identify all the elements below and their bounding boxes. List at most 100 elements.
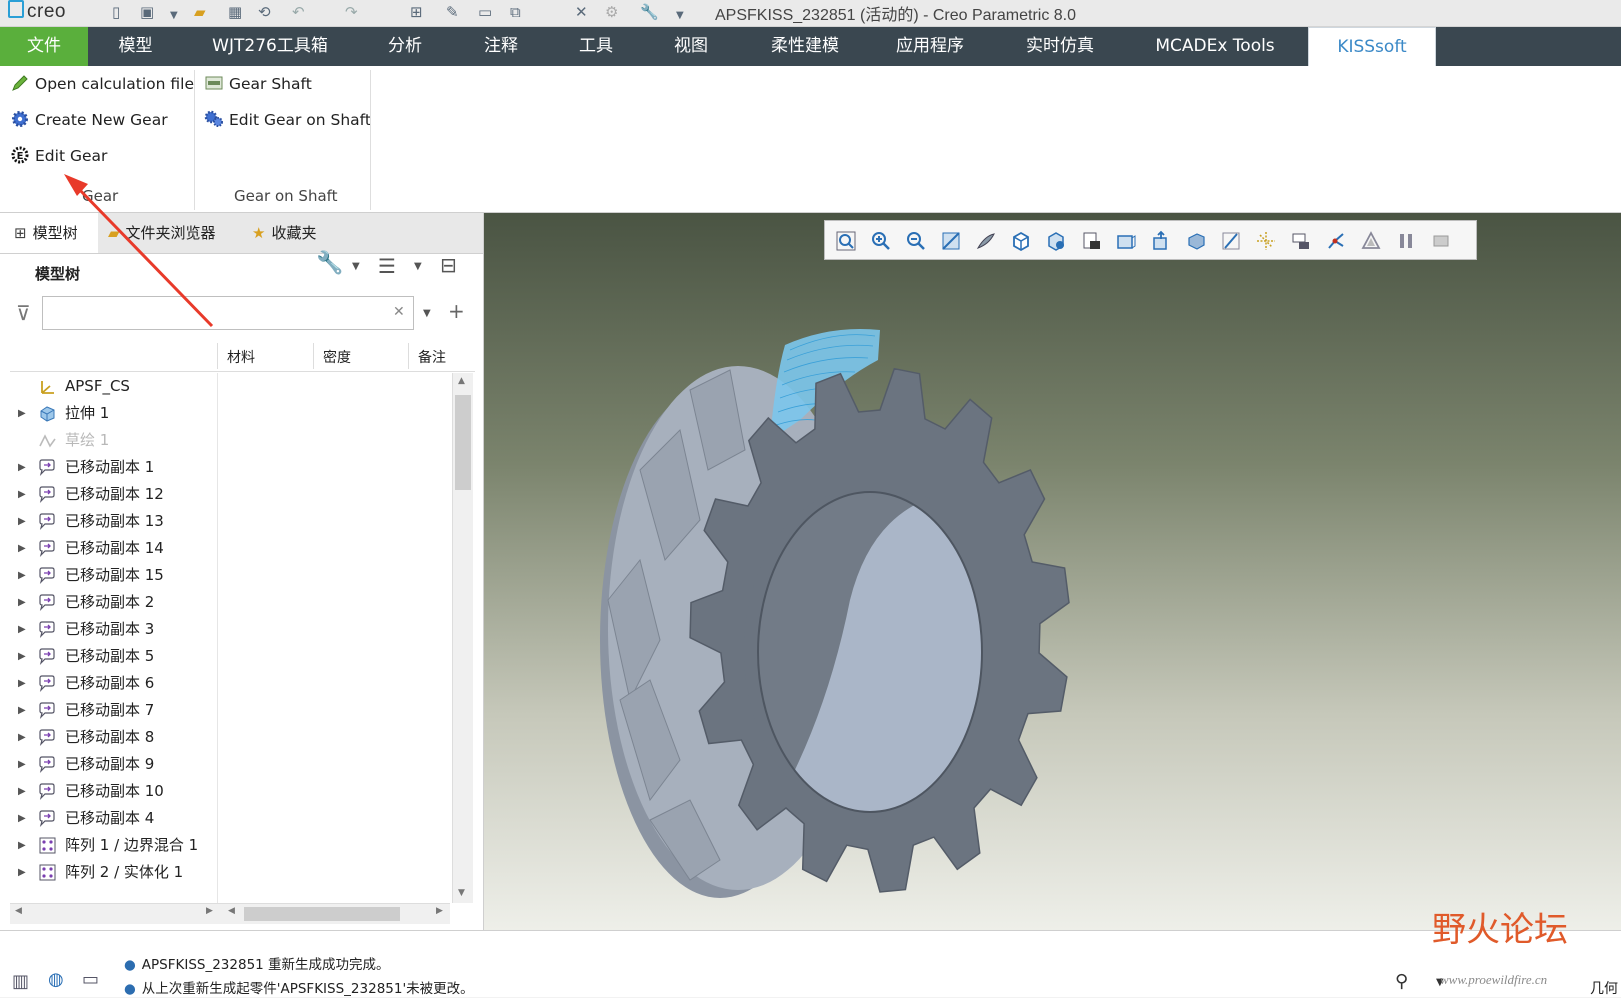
tab-analysis[interactable]: 分析 xyxy=(360,27,450,66)
expand-arrow-icon[interactable]: ▶ xyxy=(18,751,26,778)
expand-arrow-icon[interactable]: ▶ xyxy=(18,400,26,427)
edit-gear-button[interactable]: E Edit Gear xyxy=(10,143,107,169)
gear-shaft-button[interactable]: Gear Shaft xyxy=(204,71,312,97)
tab-folder-browser[interactable]: ▰ 文件夹浏览器 xyxy=(108,213,248,253)
tree-row[interactable]: 草绘 1 xyxy=(10,427,450,454)
edit-gear-on-shaft-button[interactable]: Edit Gear on Shaft xyxy=(204,107,371,133)
fullscreen-toggle-icon[interactable]: ▭ xyxy=(82,969,99,990)
add-filter-icon[interactable]: + xyxy=(448,299,465,323)
tree-row[interactable]: ▶ 阵列 2 / 实体化 1 xyxy=(10,859,450,886)
tab-flexible-modeling[interactable]: 柔性建模 xyxy=(755,27,855,66)
column-density[interactable]: 密度 xyxy=(323,347,351,367)
copy-icon[interactable]: ⧉ xyxy=(510,2,521,22)
scroll-up-icon[interactable]: ▲ xyxy=(458,376,465,386)
close-window-icon[interactable]: ✕ xyxy=(575,2,588,22)
wrench-icon[interactable]: 🔧 xyxy=(640,2,659,22)
window-icon[interactable]: ⊞ xyxy=(410,2,423,22)
vertical-scrollbar[interactable]: ▲ ▼ xyxy=(452,373,473,903)
tab-favorites[interactable]: ★ 收藏夹 xyxy=(252,213,342,253)
tool-icon[interactable]: ✎ xyxy=(446,2,459,22)
customize-dropdown-icon[interactable]: ▼ xyxy=(676,6,684,26)
chevron-down-icon[interactable]: ▼ xyxy=(170,6,178,26)
expand-arrow-icon[interactable]: ▶ xyxy=(18,724,26,751)
tab-realtime-simulation[interactable]: 实时仿真 xyxy=(1010,27,1110,66)
open-icon[interactable]: ▣ xyxy=(140,2,154,22)
expand-arrow-icon[interactable]: ▶ xyxy=(18,616,26,643)
filter-icon[interactable]: ⊽ xyxy=(16,301,31,325)
expand-arrow-icon[interactable]: ▶ xyxy=(18,481,26,508)
expand-arrow-icon[interactable]: ▶ xyxy=(18,562,26,589)
tab-annotate[interactable]: 注释 xyxy=(455,27,547,66)
scroll-right-icon[interactable]: ▶ xyxy=(206,906,213,916)
tab-model[interactable]: 模型 xyxy=(88,27,183,66)
chevron-down-icon[interactable]: ▼ xyxy=(352,261,360,272)
search-input[interactable] xyxy=(42,296,414,330)
tree-row[interactable]: ▶ 已移动副本 7 xyxy=(10,697,450,724)
tree-row[interactable]: ▶ 已移动副本 5 xyxy=(10,643,450,670)
expand-arrow-icon[interactable]: ▶ xyxy=(18,535,26,562)
tree-row[interactable]: ▶ 已移动副本 3 xyxy=(10,616,450,643)
tree-row[interactable]: ▶ 已移动副本 1 xyxy=(10,454,450,481)
tree-filter-display-icon[interactable]: ⊟ xyxy=(440,253,457,277)
undo-icon[interactable]: ↶ xyxy=(292,2,305,22)
tab-tools[interactable]: 工具 xyxy=(550,27,642,66)
chevron-down-icon[interactable]: ▼ xyxy=(414,261,422,272)
tab-applications[interactable]: 应用程序 xyxy=(880,27,980,66)
gear-model[interactable] xyxy=(484,213,1621,930)
scroll-thumb[interactable] xyxy=(244,907,400,921)
tab-mcadex-tools[interactable]: MCADEx Tools xyxy=(1140,27,1290,66)
graphics-window[interactable] xyxy=(484,213,1621,930)
tree-row[interactable]: ▶ 已移动副本 10 xyxy=(10,778,450,805)
tree-row[interactable]: ▶ 已移动副本 15 xyxy=(10,562,450,589)
tree-row[interactable]: ▶ 已移动副本 13 xyxy=(10,508,450,535)
scroll-thumb[interactable] xyxy=(455,395,471,490)
tree-row[interactable]: ▶ 已移动副本 9 xyxy=(10,751,450,778)
expand-arrow-icon[interactable]: ▶ xyxy=(18,832,26,859)
display-icon[interactable]: ▭ xyxy=(478,2,492,22)
tree-columns-icon[interactable]: ☰ xyxy=(378,254,396,278)
clear-search-icon[interactable]: ✕ xyxy=(393,304,405,320)
scroll-right-icon[interactable]: ▶ xyxy=(436,906,443,916)
selection-filter[interactable]: 几何 xyxy=(1590,978,1618,998)
redo-icon[interactable]: ↷ xyxy=(345,2,358,22)
browser-toggle-icon[interactable]: ◍ xyxy=(48,969,64,990)
tree-row[interactable]: ▶ 拉伸 1 xyxy=(10,400,450,427)
settings-icon[interactable]: ⚙ xyxy=(605,2,618,22)
tree-row[interactable]: ▶ 阵列 1 / 边界混合 1 xyxy=(10,832,450,859)
expand-arrow-icon[interactable]: ▶ xyxy=(18,589,26,616)
tree-row[interactable]: ▶ 已移动副本 8 xyxy=(10,724,450,751)
expand-arrow-icon[interactable]: ▶ xyxy=(18,859,26,886)
tab-wjt276-toolbox[interactable]: WJT276工具箱 xyxy=(200,27,340,66)
expand-arrow-icon[interactable]: ▶ xyxy=(18,805,26,832)
tab-model-tree[interactable]: ⊞ 模型树 xyxy=(0,213,98,253)
binoculars-icon[interactable]: ⚲ xyxy=(1395,971,1408,992)
open-calculation-file-button[interactable]: Open calculation file xyxy=(10,71,194,97)
horizontal-scrollbar[interactable]: ◀ ▶ ◀ ▶ xyxy=(10,903,450,924)
chevron-down-icon[interactable]: ▼ xyxy=(423,308,431,319)
column-material[interactable]: 材料 xyxy=(227,347,255,367)
scroll-left-icon[interactable]: ◀ xyxy=(15,906,22,916)
folder-open-icon[interactable]: ▰ xyxy=(194,2,206,22)
new-file-icon[interactable]: ▯ xyxy=(112,2,120,22)
expand-arrow-icon[interactable]: ▶ xyxy=(18,508,26,535)
expand-arrow-icon[interactable]: ▶ xyxy=(18,670,26,697)
tab-file[interactable]: 文件 xyxy=(0,27,88,66)
expand-arrow-icon[interactable]: ▶ xyxy=(18,778,26,805)
save-icon[interactable]: ▦ xyxy=(228,2,242,22)
tree-row[interactable]: ▶ 已移动副本 12 xyxy=(10,481,450,508)
tab-view[interactable]: 视图 xyxy=(645,27,737,66)
tree-settings-icon[interactable]: 🔧 xyxy=(316,251,343,276)
tree-row[interactable]: ▶ 已移动副本 14 xyxy=(10,535,450,562)
create-new-gear-button[interactable]: Create New Gear xyxy=(10,107,168,133)
tree-row[interactable]: ▶ 已移动副本 6 xyxy=(10,670,450,697)
navigator-toggle-icon[interactable]: ▥ xyxy=(12,971,29,992)
tree-row[interactable]: ▶ 已移动副本 2 xyxy=(10,589,450,616)
scroll-left-icon[interactable]: ◀ xyxy=(228,906,235,916)
expand-arrow-icon[interactable]: ▶ xyxy=(18,643,26,670)
tree-row[interactable]: ▶ 已移动副本 4 xyxy=(10,805,450,832)
expand-arrow-icon[interactable]: ▶ xyxy=(18,454,26,481)
tree-row[interactable]: APSF_CS xyxy=(10,373,450,400)
regenerate-icon[interactable]: ⟲ xyxy=(258,2,271,22)
scroll-down-icon[interactable]: ▼ xyxy=(458,888,465,898)
tab-kisssoft[interactable]: KISSsoft xyxy=(1308,27,1436,66)
